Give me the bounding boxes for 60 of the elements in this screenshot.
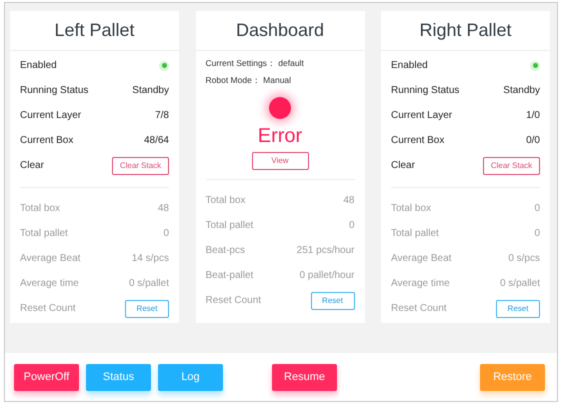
row-value: 14 s/pcs — [132, 252, 169, 266]
row-label: Current Layer — [391, 109, 452, 123]
status-text: Error — [256, 124, 304, 149]
row-value: Standby — [503, 84, 540, 98]
row-label: Running Status — [20, 84, 88, 98]
row-label: Average time — [20, 277, 79, 291]
row-value: 48 — [158, 202, 169, 216]
row-label: Reset Count — [391, 302, 447, 316]
row-label: Enabled — [20, 59, 57, 73]
resume-button[interactable]: Resume — [272, 364, 337, 390]
row-value: 48/64 — [144, 134, 169, 148]
row-value: 0 — [534, 202, 540, 216]
panel-title: Left Pallet — [54, 19, 135, 42]
row-label: Total box — [20, 202, 60, 216]
row-label: Beat-pallet — [206, 269, 254, 283]
row-value: 0/0 — [526, 134, 540, 148]
row-label: Reset Count — [20, 302, 76, 316]
row-label: Enabled — [391, 59, 428, 73]
row-value: Standby — [132, 84, 169, 98]
row-value: 7/8 — [155, 109, 169, 123]
panel-title: Dashboard — [236, 19, 324, 42]
clear-stack-button[interactable]: Clear Stack — [483, 156, 540, 174]
row-label: Current Box — [391, 134, 444, 148]
row-label: Clear — [20, 159, 44, 173]
panel-title: Right Pallet — [419, 19, 512, 42]
row-value: 0 s/pallet — [128, 277, 169, 291]
clear-stack-button[interactable]: Clear Stack — [112, 156, 169, 174]
row-label: Total pallet — [391, 227, 439, 241]
info-text: Robot Mode： Manual — [206, 74, 292, 87]
row-value: 0 — [348, 219, 354, 233]
row-label: Total pallet — [20, 227, 68, 241]
row-label: Reset Count — [206, 294, 262, 308]
reset-button[interactable]: Reset — [496, 300, 540, 318]
row-value: 1/0 — [526, 109, 540, 123]
row-label: Total box — [391, 202, 432, 216]
row-value: 251 pcs/hour — [296, 244, 354, 258]
row-label: Current Layer — [20, 109, 82, 123]
row-label: Beat-pcs — [206, 244, 245, 258]
row-value: 48 — [343, 194, 354, 208]
row-value: 0 s/pcs — [508, 252, 540, 266]
row-label: Clear — [391, 159, 415, 173]
log-button[interactable]: Log — [158, 364, 223, 390]
reset-button[interactable]: Reset — [125, 300, 169, 318]
reset-button[interactable]: Reset — [310, 292, 354, 310]
row-label: Average time — [391, 277, 450, 291]
row-label: Total box — [206, 194, 246, 208]
row-label: Average Beat — [20, 252, 80, 266]
restore-button[interactable]: Restore — [480, 364, 545, 390]
row-label: Running Status — [391, 84, 460, 98]
row-value: 0 — [163, 227, 169, 241]
power-off-button[interactable]: PowerOff — [14, 364, 79, 390]
view-button[interactable]: View — [252, 152, 308, 170]
status-button[interactable]: Status — [86, 364, 151, 390]
row-value: 0 s/pallet — [500, 277, 540, 291]
row-value: 0 — [534, 227, 540, 241]
info-text: Current Settings： default — [206, 57, 305, 70]
row-value: 0 pallet/hour — [299, 269, 354, 283]
row-label: Average Beat — [391, 252, 452, 266]
row-label: Total pallet — [206, 219, 254, 233]
row-label: Current Box — [20, 134, 74, 148]
